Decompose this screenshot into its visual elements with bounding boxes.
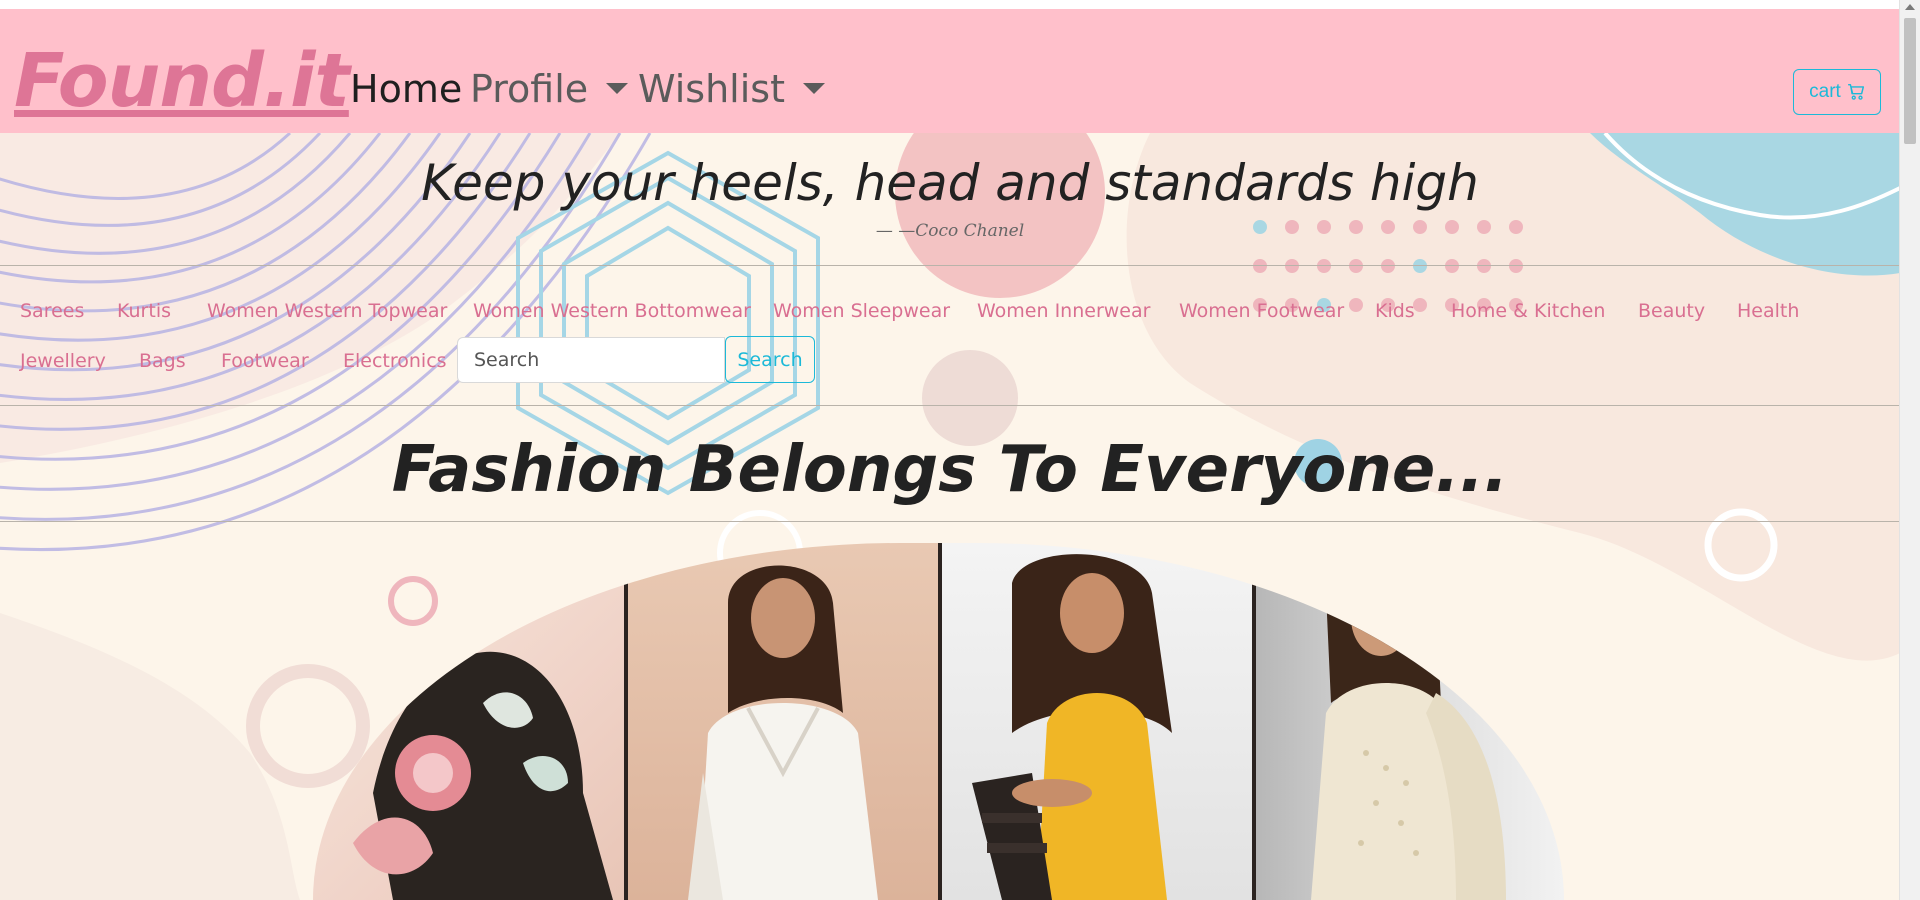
- category-women-innerwear[interactable]: Women Innerwear: [977, 300, 1150, 322]
- category-beauty[interactable]: Beauty: [1638, 300, 1705, 322]
- model-photo-ivory: [1311, 564, 1506, 900]
- model-photo-yellow: [972, 554, 1172, 900]
- nav-wishlist-dropdown[interactable]: Wishlist: [638, 65, 825, 113]
- nav-wishlist-label: Wishlist: [638, 67, 785, 111]
- gallery-photo: [1256, 543, 1564, 900]
- category-footwear[interactable]: Footwear: [221, 350, 309, 372]
- category-sarees[interactable]: Sarees: [20, 300, 84, 322]
- category-bags[interactable]: Bags: [139, 350, 186, 372]
- category-home-kitchen[interactable]: Home & Kitchen: [1451, 300, 1605, 322]
- category-kurtis[interactable]: Kurtis: [117, 300, 171, 322]
- scrollbar-thumb[interactable]: [1904, 18, 1916, 144]
- search-button[interactable]: Search: [725, 336, 815, 383]
- page-scrollbar[interactable]: [1899, 0, 1920, 900]
- gallery-photo: [628, 543, 938, 900]
- quote-author: — —Coco Chanel: [875, 221, 1025, 241]
- divider: [0, 405, 1900, 406]
- brand-logo[interactable]: Found.it: [14, 37, 350, 125]
- chevron-down-icon: [803, 83, 825, 94]
- model-photo-white: [688, 565, 878, 900]
- nav-profile-dropdown[interactable]: Profile: [470, 65, 629, 113]
- cart-button[interactable]: cart: [1793, 69, 1881, 115]
- browser-top-strip: [0, 0, 1900, 9]
- cart-icon: [1847, 83, 1864, 100]
- category-women-western-bottomwear[interactable]: Women Western Bottomwear: [473, 300, 751, 322]
- category-kids[interactable]: Kids: [1375, 300, 1415, 322]
- headline: Fashion Belongs To Everyone...: [391, 433, 1509, 507]
- navbar: Found.it Home Profile Wishlist cart: [0, 9, 1900, 133]
- gallery-photo: [942, 543, 1252, 900]
- search-input[interactable]: [457, 337, 725, 383]
- category-women-footwear[interactable]: Women Footwear: [1179, 300, 1344, 322]
- divider: [0, 521, 1900, 522]
- divider: [0, 265, 1900, 266]
- gallery-photo: [313, 543, 625, 900]
- category-women-western-topwear[interactable]: Women Western Topwear: [207, 300, 447, 322]
- scroll-up-arrow-icon[interactable]: [1905, 4, 1915, 10]
- category-jewellery[interactable]: Jewellery: [20, 350, 106, 372]
- model-photo-floral: [353, 561, 613, 900]
- fashion-gallery: [313, 543, 1564, 900]
- category-health[interactable]: Health: [1737, 300, 1799, 322]
- cart-label: cart: [1809, 81, 1841, 102]
- chevron-down-icon: [606, 83, 629, 94]
- category-electronics[interactable]: Electronics: [343, 350, 447, 372]
- quote-text: Keep your heels, head and standards high: [421, 154, 1479, 212]
- category-women-sleepwear[interactable]: Women Sleepwear: [773, 300, 950, 322]
- nav-profile-label: Profile: [470, 67, 589, 111]
- nav-home[interactable]: Home: [350, 65, 462, 113]
